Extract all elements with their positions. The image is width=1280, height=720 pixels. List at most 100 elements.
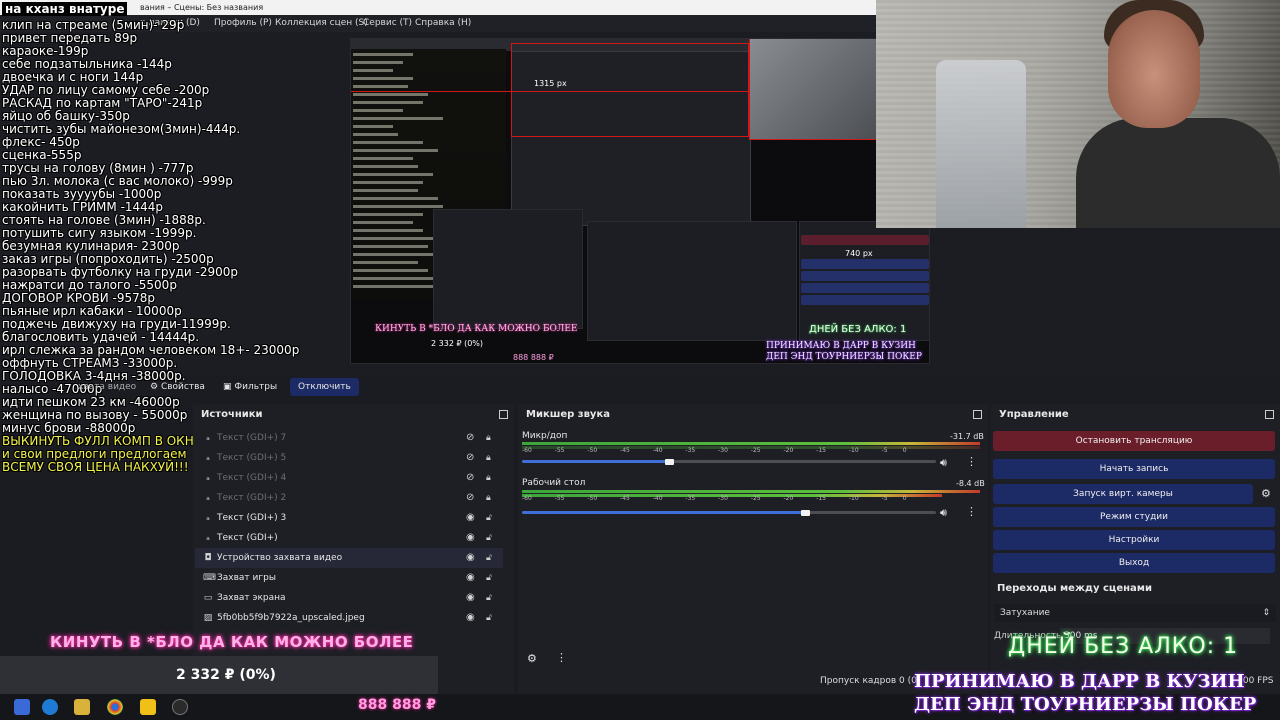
dropped-frames: Пропуск кадров 0 (0 xyxy=(820,676,917,686)
mixer-menu-icon[interactable]: ⋮ xyxy=(556,651,567,664)
chair xyxy=(936,60,1026,228)
source-item[interactable]: ₐ Текст (GDI+) 5 ⊘ 🔒︎ xyxy=(195,448,503,468)
lock-icon[interactable]: 🔒︎ xyxy=(486,448,491,468)
eye-icon[interactable]: ◉ xyxy=(466,508,475,528)
chrome-icon[interactable] xyxy=(107,699,123,715)
webcam-feed xyxy=(876,0,1280,228)
lock-icon[interactable]: 🔒︎ xyxy=(486,488,491,508)
text-icon: ₐ xyxy=(206,453,210,463)
streamer-body xyxy=(1076,118,1280,228)
desktop-channel-db: -8.4 dB xyxy=(956,479,985,488)
speaker-icon[interactable]: 🔊︎ xyxy=(940,456,947,470)
menu-scene-collection[interactable]: Коллекция сцен (S) xyxy=(275,15,368,32)
source-item[interactable]: ⌨ Захват игры ◉ 🔓︎ xyxy=(195,568,503,588)
mic-volume-knob[interactable] xyxy=(665,459,674,465)
kebab-menu-icon[interactable]: ⋮ xyxy=(966,455,977,468)
accept-line-2: ДЕП ЭНД ТОУРНИЕРЗЫ ПОКЕР xyxy=(914,694,1257,715)
hidden-eye-icon[interactable]: ⊘ xyxy=(466,448,474,468)
desktop-volume-fill xyxy=(522,511,806,514)
eye-icon[interactable]: ◉ xyxy=(466,528,475,548)
menu-help[interactable]: Справка (H) xyxy=(415,15,471,32)
obs-icon[interactable] xyxy=(172,699,188,715)
eye-icon[interactable]: ◉ xyxy=(466,608,475,628)
stop-streaming-button[interactable]: Остановить трансляцию xyxy=(993,431,1275,451)
virtual-camera-button[interactable]: Запуск вирт. камеры xyxy=(993,484,1253,504)
preview-red-selection xyxy=(511,43,749,137)
studio-mode-button[interactable]: Режим студии xyxy=(993,507,1275,527)
kebab-menu-icon[interactable]: ⋮ xyxy=(966,505,977,518)
source-item[interactable]: ₐ Текст (GDI+) ◉ 🔓︎ xyxy=(195,528,503,548)
eye-icon[interactable]: ◉ xyxy=(466,548,475,568)
updown-icon: ⇕ xyxy=(1262,608,1270,618)
dock-float-icon[interactable] xyxy=(973,410,982,419)
mixer-settings-icon[interactable]: ⚙ xyxy=(527,652,537,665)
accept-line-1: ПРИНИМАЮ В ДАРР В КУЗИН xyxy=(914,671,1245,692)
dock-float-icon[interactable] xyxy=(499,410,508,419)
source-item[interactable]: ₐ Текст (GDI+) 7 ⊘ 🔒︎ xyxy=(195,428,503,448)
menu-tools[interactable]: Сервис (T) xyxy=(363,15,412,32)
source-item[interactable]: ₐ Текст (GDI+) 2 ⊘ 🔒︎ xyxy=(195,488,503,508)
edge-icon[interactable] xyxy=(42,699,58,715)
disable-button[interactable]: Отключить xyxy=(290,378,359,396)
preview-donate-amount: 2 332 ₽ (0%) xyxy=(431,339,484,348)
preview-size-label-1: 1315 px xyxy=(534,79,567,88)
preview-accept-line2: ДЕП ЭНД ТОУРНИЕРЗЫ ПОКЕР xyxy=(766,352,922,362)
source-item-selected[interactable]: ◘ Устройство захвата видео ◉ 🔓︎ xyxy=(195,548,503,568)
unlock-icon[interactable]: 🔓︎ xyxy=(486,508,492,528)
source-item[interactable]: ₐ Текст (GDI+) 4 ⊘ 🔒︎ xyxy=(195,468,503,488)
preview-sources-dock xyxy=(433,209,583,329)
lock-icon[interactable]: 🔒︎ xyxy=(486,428,491,448)
preview-donate-banner: КИНУТЬ В *БЛО ДА КАК МОЖНО БОЛЕЕ xyxy=(375,324,578,334)
streamer-face xyxy=(1108,10,1200,128)
speaker-icon[interactable]: 🔊︎ xyxy=(940,506,947,520)
windows-start-icon[interactable] xyxy=(14,699,30,715)
hidden-eye-icon[interactable]: ⊘ xyxy=(466,488,474,508)
text-icon: ₐ xyxy=(206,513,210,523)
unlock-icon[interactable]: 🔓︎ xyxy=(486,588,492,608)
camera-icon: ◘ xyxy=(204,553,212,563)
mic-volume-track[interactable] xyxy=(670,460,936,463)
desktop-volume-track[interactable] xyxy=(806,511,936,514)
exit-button[interactable]: Выход xyxy=(993,553,1275,573)
mic-channel-db: -31.7 dB xyxy=(950,432,984,441)
unlock-icon[interactable]: 🔓︎ xyxy=(486,608,492,628)
source-item[interactable]: ▭ Захват экрана ◉ 🔓︎ xyxy=(195,588,503,608)
preview-mixer-dock xyxy=(587,221,797,341)
monitor-icon: ▭ xyxy=(203,593,213,603)
dock-float-icon[interactable] xyxy=(1265,410,1274,419)
start-recording-button[interactable]: Начать запись xyxy=(993,459,1275,479)
unlock-icon[interactable]: 🔓︎ xyxy=(486,548,492,568)
desktop-channel-name: Рабочий стол xyxy=(522,478,586,488)
gamepad-icon: ⌨ xyxy=(203,573,216,583)
window-title: вания – Сцены: Без названия xyxy=(0,0,876,15)
donate-banner: КИНУТЬ В *БЛО ДА КАК МОЖНО БОЛЕЕ xyxy=(50,633,414,651)
gear-icon[interactable]: ⚙ xyxy=(1261,487,1271,500)
donation-goal: 888 888 ₽ xyxy=(358,697,436,713)
mic-volume-fill xyxy=(522,460,670,463)
text-icon: ₐ xyxy=(206,473,210,483)
source-item[interactable]: ▨ 5fb0bb5f9b7922a_upscaled.jpeg ◉ 🔓︎ xyxy=(195,608,503,628)
eye-icon[interactable]: ◉ xyxy=(466,568,475,588)
preview-accept-line1: ПРИНИМАЮ В ДАРР В КУЗИН xyxy=(766,341,916,351)
program-preview[interactable]: 1315 px 740 px КИНУТЬ В *БЛО ДА КАК МОЖН… xyxy=(350,38,930,364)
app-icon[interactable] xyxy=(140,699,156,715)
hidden-eye-icon[interactable]: ⊘ xyxy=(466,468,474,488)
text-icon: ₐ xyxy=(206,493,210,503)
eye-icon[interactable]: ◉ xyxy=(466,588,475,608)
hidden-eye-icon[interactable]: ⊘ xyxy=(466,428,474,448)
image-icon: ▨ xyxy=(203,613,213,623)
explorer-icon[interactable] xyxy=(74,699,90,715)
lock-icon[interactable]: 🔒︎ xyxy=(486,468,491,488)
filters-button[interactable]: ▣ Фильтры xyxy=(215,378,285,396)
unlock-icon[interactable]: 🔓︎ xyxy=(486,568,492,588)
preview-days-counter: ДНЕЙ БЕЗ АЛКО: 1 xyxy=(809,324,907,335)
settings-button[interactable]: Настройки xyxy=(993,530,1275,550)
screen: вания – Сцены: Без названия к-панели (D)… xyxy=(0,0,1280,720)
properties-button[interactable]: ⚙ Свойства xyxy=(142,378,213,396)
transitions-title: Переходы между сценами xyxy=(997,583,1152,594)
unlock-icon[interactable]: 🔓︎ xyxy=(486,528,492,548)
transition-select[interactable]: Затухание ⇕ xyxy=(994,604,1276,622)
source-item[interactable]: ₐ Текст (GDI+) 3 ◉ 🔓︎ xyxy=(195,508,503,528)
mic-channel-name: Микр/доп xyxy=(522,431,568,441)
desktop-volume-knob[interactable] xyxy=(801,510,810,516)
